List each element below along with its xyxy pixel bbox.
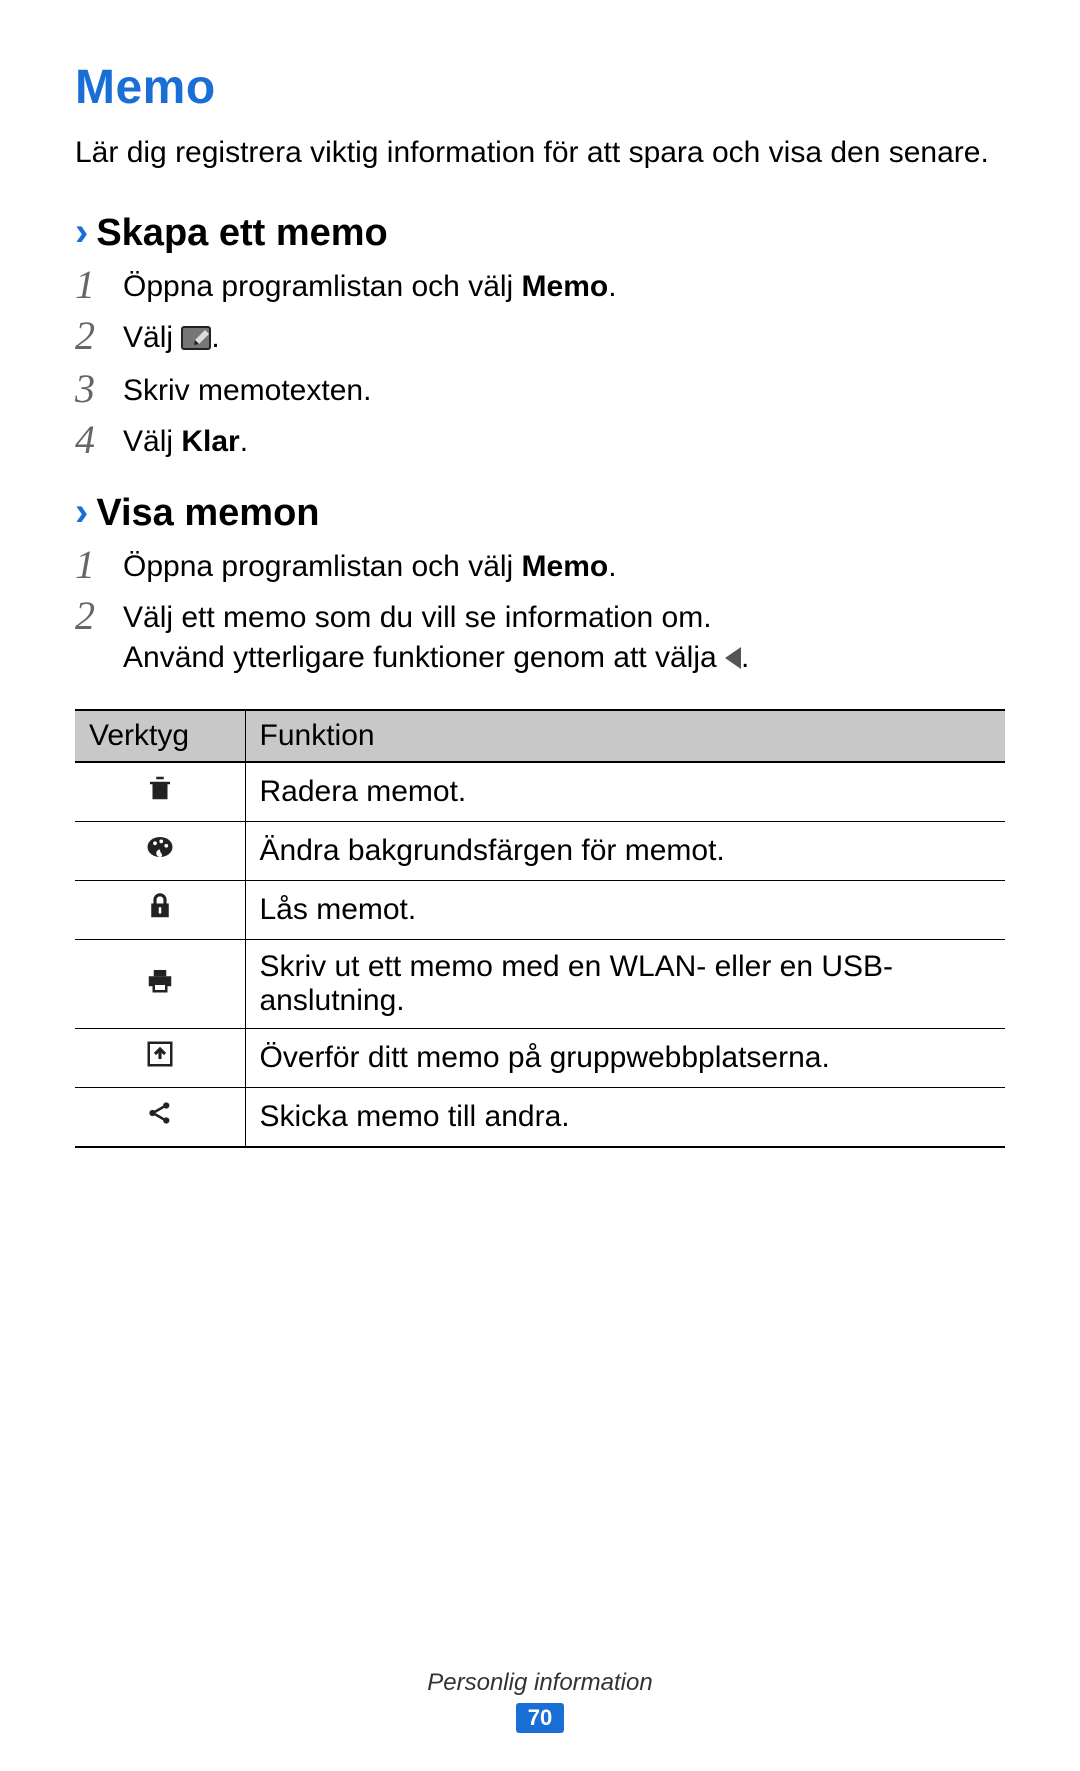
step-item: Välj ett memo som du vill se information… [75, 594, 1005, 679]
table-header-row: Verktyg Funktion [75, 710, 1005, 762]
step-item: Skriv memotexten. [75, 367, 1005, 412]
steps-create: Öppna programlistan och välj Memo. Välj … [75, 263, 1005, 462]
tool-icon-cell [75, 939, 245, 1028]
table-header-tool: Verktyg [75, 710, 245, 762]
step-item: Välj Klar. [75, 418, 1005, 463]
page-number-badge: 70 [516, 1703, 564, 1733]
table-row: Skicka memo till andra. [75, 1087, 1005, 1147]
text-fragment: . [608, 550, 616, 583]
step-text: Välj Klar. [123, 418, 248, 463]
tool-icon-cell [75, 1087, 245, 1147]
text-fragment: . [240, 425, 248, 458]
text-bold: Memo [522, 270, 609, 303]
tool-desc: Skicka memo till andra. [245, 1087, 1005, 1147]
tool-icon-cell [75, 880, 245, 939]
intro-text: Lär dig registrera viktig information fö… [75, 133, 1005, 172]
manual-page: Memo Lär dig registrera viktig informati… [0, 0, 1080, 1771]
text-fragment: Välj [123, 321, 181, 354]
tool-icon-cell [75, 1028, 245, 1087]
step-text: Skriv memotexten. [123, 367, 371, 412]
triangle-left-icon [725, 647, 741, 669]
tool-icon-cell [75, 821, 245, 880]
text-bold: Klar [181, 425, 239, 458]
text-fragment: . [211, 321, 219, 354]
print-icon [145, 965, 175, 995]
page-title: Memo [75, 60, 1005, 115]
subheading-row-view: › Visa memon [75, 492, 1005, 535]
upload-icon [145, 1039, 175, 1069]
footer-section-label: Personlig information [0, 1669, 1080, 1697]
tool-desc: Skriv ut ett memo med en WLAN- eller en … [245, 939, 1005, 1028]
page-footer: Personlig information 70 [0, 1669, 1080, 1733]
text-fragment: Öppna programlistan och välj [123, 270, 522, 303]
chevron-right-icon: › [75, 212, 88, 252]
steps-view: Öppna programlistan och välj Memo. Välj … [75, 543, 1005, 679]
step-item: Öppna programlistan och välj Memo. [75, 263, 1005, 308]
table-row: Lås memot. [75, 880, 1005, 939]
text-bold: Memo [522, 550, 609, 583]
compose-icon [181, 321, 211, 362]
subheading-row-create: › Skapa ett memo [75, 212, 1005, 255]
tool-icon-cell [75, 762, 245, 822]
table-row: Ändra bakgrundsfärgen för memot. [75, 821, 1005, 880]
trash-icon [145, 773, 175, 803]
share-icon [145, 1098, 175, 1128]
text-line: Använd ytterligare funktioner genom att … [123, 638, 749, 679]
step-text: Öppna programlistan och välj Memo. [123, 543, 617, 588]
subheading-create: Skapa ett memo [96, 212, 387, 255]
step-text: Öppna programlistan och välj Memo. [123, 263, 617, 308]
step-item: Välj . [75, 314, 1005, 362]
tool-desc: Lås memot. [245, 880, 1005, 939]
subheading-view: Visa memon [96, 492, 319, 535]
tool-desc: Radera memot. [245, 762, 1005, 822]
table-header-function: Funktion [245, 710, 1005, 762]
lock-icon [145, 891, 175, 921]
tool-desc: Överför ditt memo på gruppwebbplatserna. [245, 1028, 1005, 1087]
tools-table: Verktyg Funktion Radera memot. Ä [75, 709, 1005, 1148]
table-row: Skriv ut ett memo med en WLAN- eller en … [75, 939, 1005, 1028]
text-fragment: Välj [123, 425, 181, 458]
step-text: Välj ett memo som du vill se information… [123, 594, 749, 679]
step-item: Öppna programlistan och välj Memo. [75, 543, 1005, 588]
text-fragment: . [741, 641, 749, 674]
text-fragment: . [608, 270, 616, 303]
text-fragment: Använd ytterligare funktioner genom att … [123, 641, 725, 674]
text-fragment: Öppna programlistan och välj [123, 550, 522, 583]
table-row: Radera memot. [75, 762, 1005, 822]
table-row: Överför ditt memo på gruppwebbplatserna. [75, 1028, 1005, 1087]
step-text: Välj . [123, 314, 220, 362]
text-line: Välj ett memo som du vill se information… [123, 598, 749, 639]
palette-icon [145, 832, 175, 862]
tool-desc: Ändra bakgrundsfärgen för memot. [245, 821, 1005, 880]
chevron-right-icon: › [75, 492, 88, 532]
